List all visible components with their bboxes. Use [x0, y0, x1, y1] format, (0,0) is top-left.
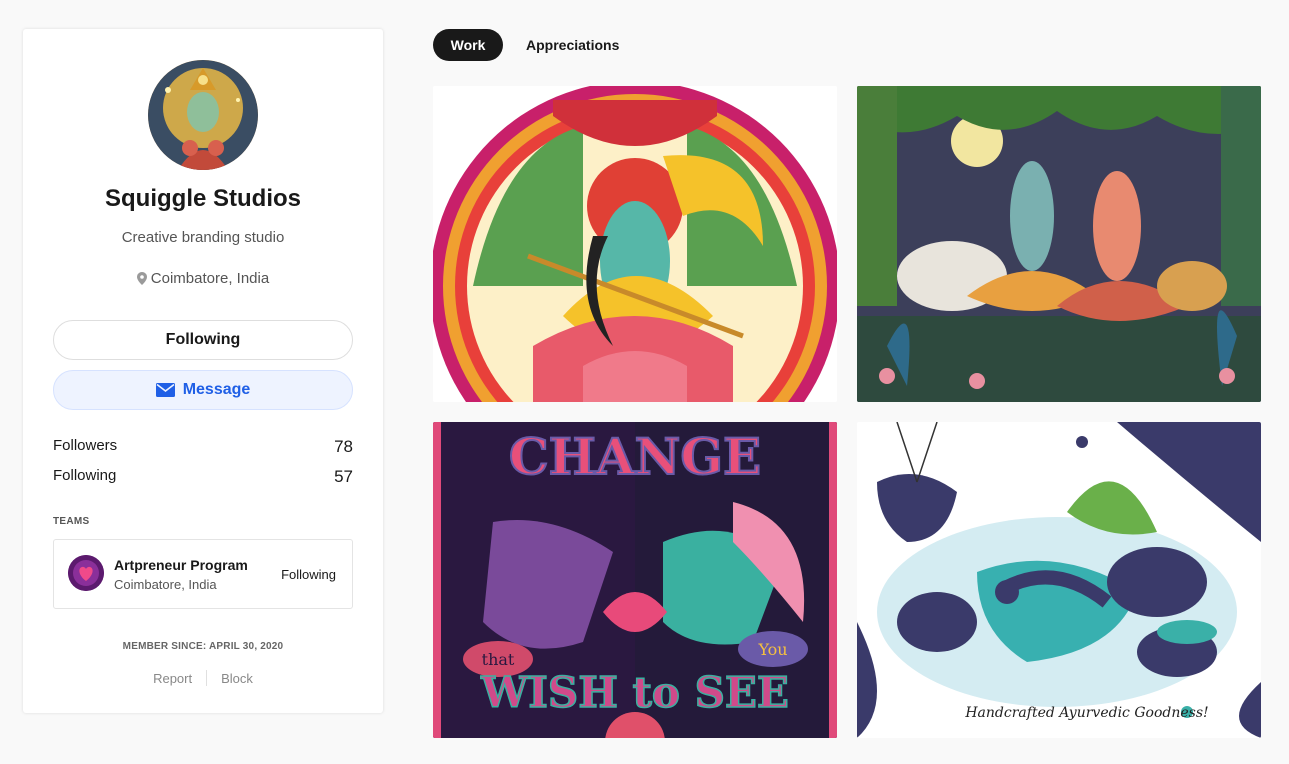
report-link[interactable]: Report [153, 671, 192, 686]
location-pin-icon [136, 272, 147, 285]
team-name[interactable]: Artpreneur Program [114, 557, 248, 573]
artwork-word-left: that [482, 650, 515, 669]
profile-name: Squiggle Studios [105, 185, 301, 212]
stat-value: 78 [334, 437, 353, 456]
profile-location: Coimbatore, India [23, 270, 383, 287]
stat-followers[interactable]: Followers 78 [53, 437, 353, 457]
team-card[interactable]: Artpreneur Program Coimbatore, India Fol… [53, 539, 353, 609]
tab-appreciations[interactable]: Appreciations [515, 29, 630, 61]
project-thumbnail-radha-krishna [857, 86, 1261, 402]
team-location: Coimbatore, India [114, 577, 217, 592]
stat-following[interactable]: Following 57 [53, 467, 353, 487]
project-thumbnail-krishna-mandala [433, 86, 837, 402]
team-logo [68, 555, 104, 591]
member-since: MEMBER SINCE: APRIL 30, 2020 [122, 641, 284, 652]
avatar-illustration [148, 60, 258, 170]
project-tile[interactable]: Handcrafted Ayurvedic Goodness! [857, 422, 1261, 738]
mail-icon [155, 383, 175, 397]
stat-label: Followers [53, 437, 118, 454]
team-logo-illustration [68, 555, 104, 591]
avatar[interactable] [148, 60, 258, 170]
message-button[interactable]: Message [53, 370, 353, 410]
location-text: Coimbatore, India [150, 270, 270, 287]
profile-card: Squiggle Studios Creative branding studi… [23, 29, 383, 713]
artwork-caption: Handcrafted Ayurvedic Goodness! [964, 705, 1208, 721]
block-link[interactable]: Block [221, 671, 253, 686]
tab-work[interactable]: Work [433, 29, 503, 61]
project-thumbnail-be-the-change: CHANGE that You WISH to SEE [433, 422, 837, 738]
profile-footer-links: Report Block [23, 670, 383, 686]
artwork-title-text: CHANGE [509, 427, 761, 486]
project-thumbnail-ayurvedic: Handcrafted Ayurvedic Goodness! [857, 422, 1261, 738]
stat-value: 57 [334, 467, 353, 486]
following-button[interactable]: Following [53, 320, 353, 360]
artwork-bottom-text: WISH to SEE [480, 668, 789, 717]
artwork-word-right: You [757, 640, 787, 659]
profile-tagline: Creative branding studio [121, 229, 285, 246]
project-tile[interactable]: CHANGE that You WISH to SEE [433, 422, 837, 738]
project-tile[interactable] [857, 86, 1261, 402]
stat-label: Following [53, 467, 117, 484]
project-tile[interactable] [433, 86, 837, 402]
divider [206, 670, 208, 686]
teams-heading: TEAMS [53, 516, 90, 527]
message-label: Message [182, 381, 251, 398]
team-following-button[interactable]: Following [281, 567, 336, 582]
